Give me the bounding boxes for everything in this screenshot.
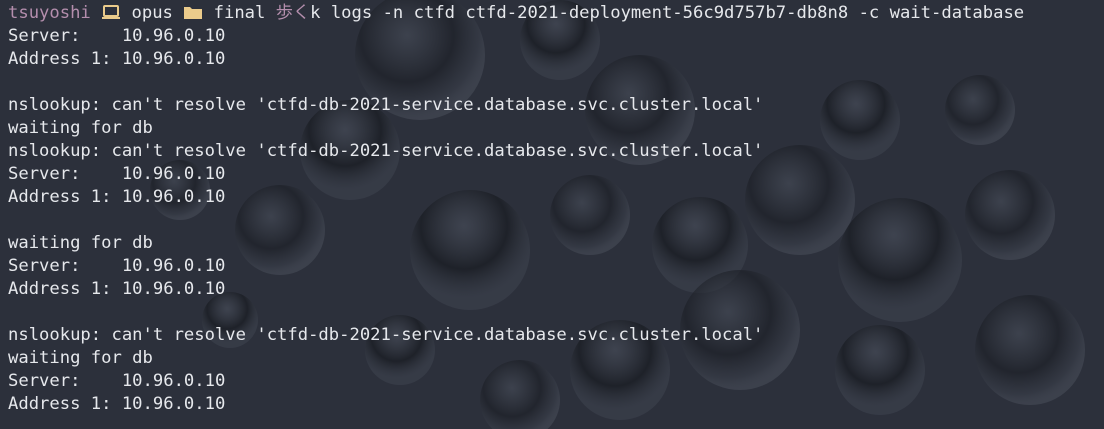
output-line: waiting for db bbox=[8, 118, 153, 138]
output-line: waiting for db bbox=[8, 233, 153, 253]
output-line: Address 1: 10.96.0.10 bbox=[8, 187, 226, 207]
command-text: k logs -n ctfd ctfd-2021-deployment-56c9… bbox=[310, 3, 1025, 23]
output-line: nslookup: can't resolve 'ctfd-db-2021-se… bbox=[8, 325, 764, 345]
command-output: Server: 10.96.0.10 Address 1: 10.96.0.10… bbox=[8, 25, 1104, 416]
output-line: Server: 10.96.0.10 bbox=[8, 26, 226, 46]
prompt-user: tsuyoshi bbox=[8, 3, 91, 23]
terminal-window[interactable]: tsuyoshi opus final 歩くk logs -n ctfd ctf… bbox=[0, 0, 1104, 429]
prompt-symbol: 歩く bbox=[275, 3, 311, 23]
folder-icon bbox=[184, 7, 203, 19]
prompt-directory: final bbox=[213, 3, 266, 23]
output-line: Address 1: 10.96.0.10 bbox=[8, 394, 226, 414]
laptop-icon bbox=[102, 5, 121, 19]
output-line: nslookup: can't resolve 'ctfd-db-2021-se… bbox=[8, 95, 764, 115]
output-line: Server: 10.96.0.10 bbox=[8, 371, 226, 391]
terminal-content: tsuyoshi opus final 歩くk logs -n ctfd ctf… bbox=[0, 0, 1104, 416]
output-line: nslookup: can't resolve 'ctfd-db-2021-se… bbox=[8, 141, 764, 161]
output-line: Server: 10.96.0.10 bbox=[8, 164, 226, 184]
prompt-line: tsuyoshi opus final 歩くk logs -n ctfd ctf… bbox=[8, 2, 1104, 25]
output-line: waiting for db bbox=[8, 348, 153, 368]
output-line: Server: 10.96.0.10 bbox=[8, 256, 226, 276]
output-line: Address 1: 10.96.0.10 bbox=[8, 49, 226, 69]
prompt-host: opus bbox=[131, 3, 173, 23]
output-line: Address 1: 10.96.0.10 bbox=[8, 279, 226, 299]
